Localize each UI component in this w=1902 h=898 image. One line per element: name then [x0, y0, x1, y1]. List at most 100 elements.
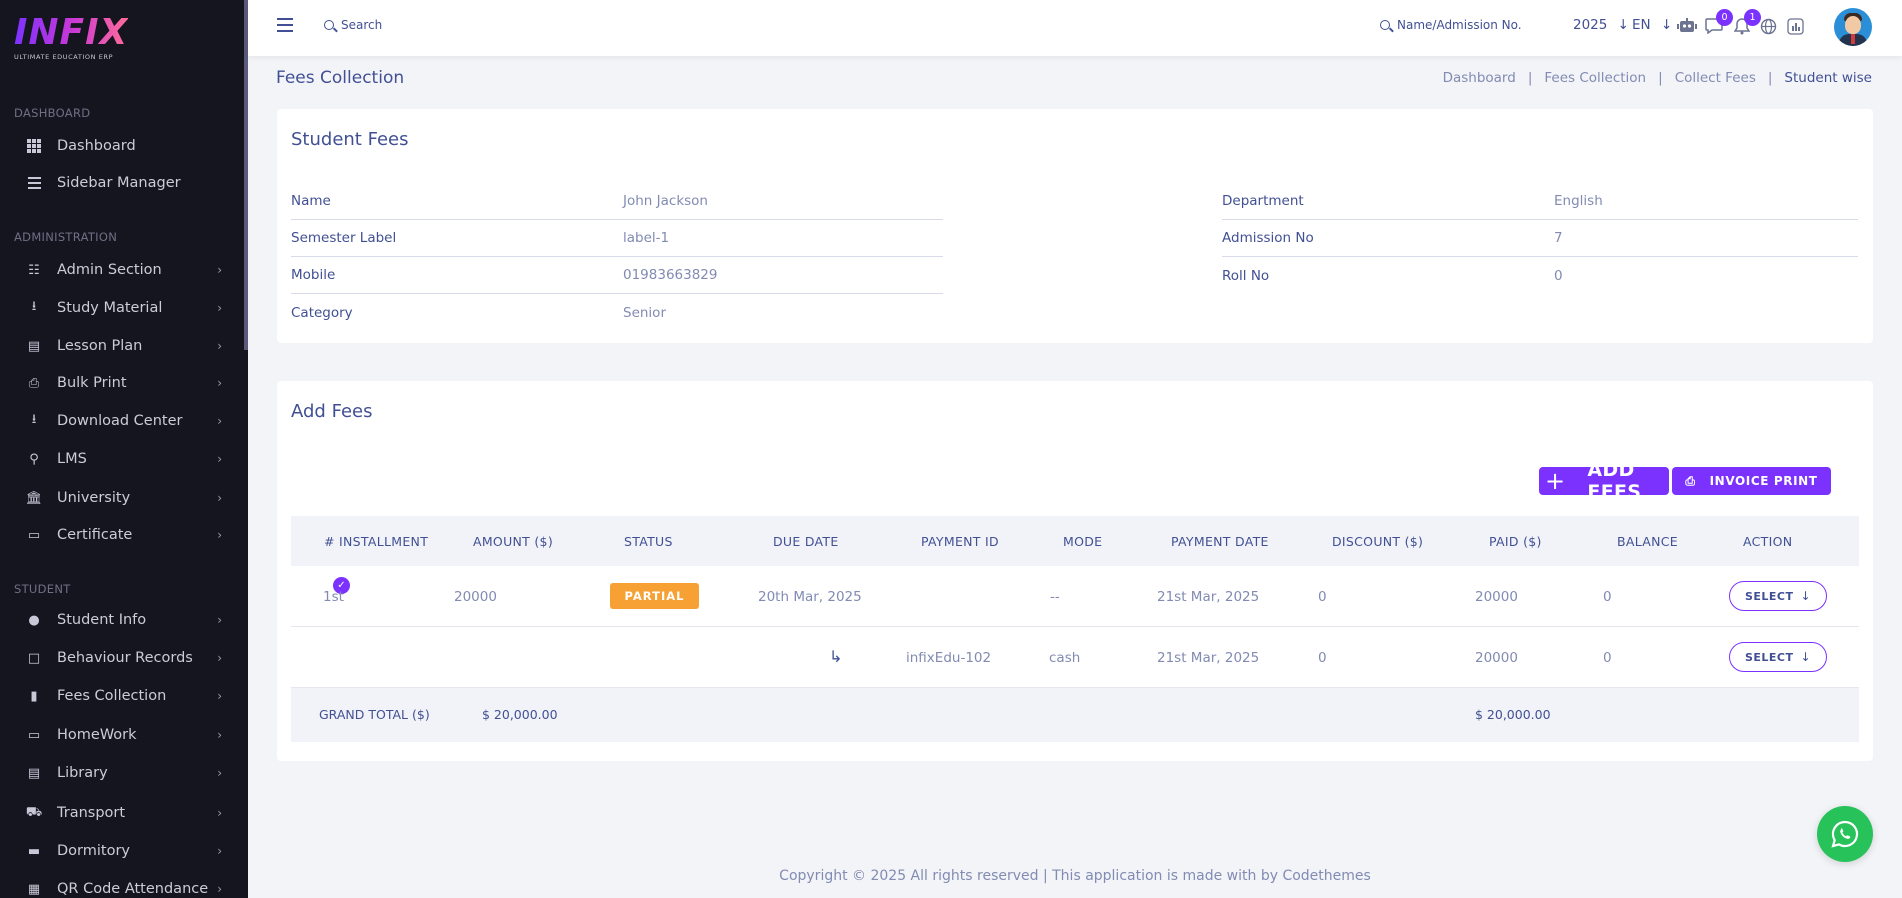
sidebar-item-library[interactable]: ▤ Library › — [0, 758, 240, 788]
language-value: EN — [1632, 17, 1651, 33]
robot-icon[interactable] — [1676, 15, 1698, 37]
column-header: # INSTALLMENT — [324, 534, 429, 549]
payment-date-cell: 21st Mar, 2025 — [1157, 650, 1260, 666]
sidebar-item-lesson-plan[interactable]: ▤ Lesson Plan › — [0, 331, 240, 361]
info-label: Roll No — [1222, 267, 1270, 284]
info-label: Admission No — [1222, 230, 1314, 246]
sidebar-item-transport[interactable]: ⛟ Transport › — [0, 798, 240, 828]
chevron-right-icon: › — [217, 491, 222, 505]
chevron-right-icon: › — [217, 339, 222, 353]
app-logo[interactable]: INFIX ULTIMATE EDUCATION ERP — [14, 12, 129, 62]
language-selector[interactable]: EN ↓ — [1632, 17, 1672, 33]
sidebar-item-bulk-print[interactable]: ⎙ Bulk Print › — [0, 368, 240, 398]
chevron-right-icon: › — [217, 263, 222, 277]
column-header: PAYMENT DATE — [1171, 534, 1269, 549]
university-icon: 🏛 — [25, 490, 43, 506]
chevron-right-icon: › — [217, 728, 222, 742]
breadcrumb-dashboard[interactable]: Dashboard — [1443, 70, 1516, 86]
info-row-category: Category Senior — [291, 294, 943, 331]
info-label: Name — [291, 193, 331, 209]
sidebar-item-homework[interactable]: ▭ HomeWork › — [0, 720, 240, 750]
book-icon: ▭ — [27, 527, 41, 543]
add-fees-button[interactable]: + ADD FEES — [1539, 459, 1669, 503]
column-header: MODE — [1063, 534, 1103, 549]
select-action-button[interactable]: SELECT ↓ — [1729, 581, 1827, 611]
sidebar-item-dashboard[interactable]: Dashboard — [0, 131, 240, 161]
select-action-button[interactable]: SELECT ↓ — [1729, 642, 1827, 672]
sidebar-item-sidebar-manager[interactable]: Sidebar Manager — [0, 168, 240, 198]
column-header: STATUS — [624, 534, 673, 549]
logo-text: INFIX — [14, 12, 129, 53]
info-value: 01983663829 — [623, 267, 718, 283]
sidebar-item-download-center[interactable]: ⭳ Download Center › — [0, 406, 240, 436]
copyright-footer: Copyright © 2025 All rights reserved | T… — [779, 868, 1371, 884]
bell-icon[interactable]: 1 — [1731, 9, 1761, 37]
search-box[interactable]: Search — [324, 18, 382, 32]
installment-cell: 1st — [323, 589, 344, 605]
user-icon: ● — [28, 612, 40, 628]
sidebar-item-admin-section[interactable]: ☷ Admin Section › — [0, 255, 240, 285]
balance-cell: 0 — [1603, 650, 1612, 666]
table-row: ↳ infixEdu-102 cash 21st Mar, 2025 0 200… — [291, 627, 1859, 688]
student-search-box[interactable]: Name/Admission No. — [1380, 18, 1522, 32]
list-icon: ▤ — [27, 338, 41, 354]
sidebar-item-university[interactable]: 🏛 University › — [0, 483, 240, 513]
sidebar-item-qr-code-attendance[interactable]: ▦ QR Code Attendance › — [0, 874, 240, 898]
info-value: Senior — [623, 304, 666, 321]
invoice-print-button[interactable]: ⎙ INVOICE PRINT — [1672, 467, 1831, 495]
sidebar-item-label: Library — [57, 765, 108, 781]
breadcrumb-fees-collection[interactable]: Fees Collection — [1544, 70, 1646, 86]
lms-icon: ⚲ — [29, 451, 39, 467]
records-icon: □ — [27, 650, 41, 666]
column-header: AMOUNT ($) — [473, 534, 553, 549]
info-value: John Jackson — [623, 193, 708, 209]
amount-cell: 20000 — [454, 589, 497, 605]
paid-cell: 20000 — [1475, 650, 1518, 666]
grand-total-amount: $ 20,000.00 — [482, 707, 558, 722]
year-selector[interactable]: 2025 ↓ — [1573, 17, 1629, 33]
sidebar-item-study-material[interactable]: ⭳ Study Material › — [0, 293, 240, 323]
sidebar-item-student-info[interactable]: ● Student Info › — [0, 605, 240, 635]
breadcrumb-collect-fees[interactable]: Collect Fees — [1675, 70, 1756, 86]
library-icon: ▤ — [27, 765, 41, 781]
sidebar-item-behaviour-records[interactable]: □ Behaviour Records › — [0, 643, 240, 673]
globe-icon[interactable] — [1757, 15, 1779, 37]
plus-icon: + — [1545, 467, 1566, 495]
chevron-right-icon: › — [217, 376, 222, 390]
printer-icon: ⎙ — [28, 375, 40, 391]
add-fees-title: Add Fees — [291, 401, 373, 422]
whatsapp-icon — [1831, 820, 1859, 848]
column-header: ACTION — [1743, 534, 1793, 549]
download-icon: ⭳ — [31, 412, 37, 427]
sidebar: INFIX ULTIMATE EDUCATION ERP DASHBOARD D… — [0, 0, 248, 898]
sidebar-item-fees-collection[interactable]: ▮ Fees Collection › — [0, 681, 240, 711]
year-value: 2025 — [1573, 17, 1608, 33]
user-avatar[interactable] — [1834, 8, 1872, 46]
sidebar-item-lms[interactable]: ⚲ LMS › — [0, 444, 240, 474]
discount-cell: 0 — [1318, 650, 1327, 666]
analytics-icon[interactable] — [1784, 15, 1806, 37]
info-row-semester-label: Semester Label label-1 — [291, 220, 943, 257]
chevron-right-icon: › — [217, 806, 222, 820]
section-dashboard: DASHBOARD — [14, 106, 91, 120]
sidebar-item-dormitory[interactable]: ▬ Dormitory › — [0, 836, 240, 866]
select-label: SELECT — [1744, 589, 1794, 603]
sidebar-item-label: Bulk Print — [57, 375, 127, 391]
sidebar-item-certificate[interactable]: ▭ Certificate › — [0, 520, 240, 550]
info-row-admission-no: Admission No 7 — [1222, 220, 1858, 257]
balance-cell: 0 — [1603, 589, 1612, 605]
info-label: Mobile — [291, 267, 336, 283]
hamburger-menu-icon[interactable] — [277, 18, 293, 32]
payment-date-cell: 21st Mar, 2025 — [1157, 589, 1260, 605]
message-icon[interactable]: 0 — [1703, 9, 1733, 37]
logo-subtitle: ULTIMATE EDUCATION ERP — [14, 53, 114, 61]
due-date-cell: 20th Mar, 2025 — [758, 589, 862, 605]
sidebar-item-label: Study Material — [57, 300, 163, 316]
info-label: Department — [1222, 193, 1304, 209]
section-student: STUDENT — [14, 582, 71, 596]
sidebar-item-label: HomeWork — [57, 727, 137, 743]
whatsapp-button[interactable] — [1817, 806, 1873, 862]
sidebar-item-label: Download Center — [57, 413, 183, 429]
student-fees-title: Student Fees — [291, 129, 409, 150]
info-label: Category — [291, 304, 353, 321]
